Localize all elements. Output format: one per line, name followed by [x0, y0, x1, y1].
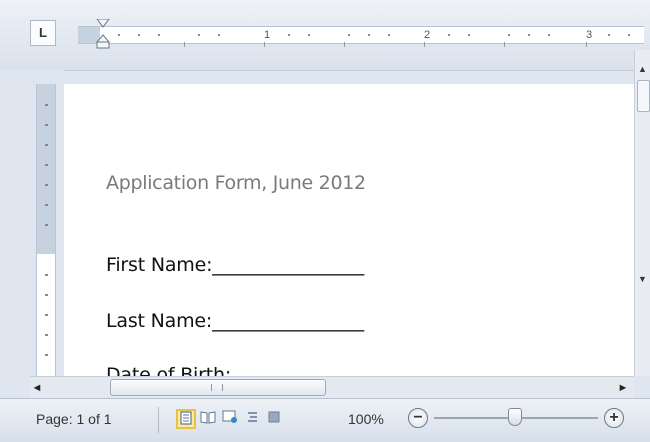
horizontal-scrollbar[interactable]: ◄ ► [30, 376, 634, 399]
draft-button[interactable] [264, 409, 284, 429]
ruler-tick [504, 42, 505, 47]
field-label: First Name: [106, 254, 213, 276]
ruler-dot [45, 204, 48, 206]
ruler-dot [468, 34, 470, 36]
ruler-number: 1 [264, 29, 271, 41]
ruler-dot [308, 34, 310, 36]
first-name-field[interactable]: First Name:________________ [106, 254, 364, 276]
vertical-scroll-thumb[interactable] [637, 80, 650, 112]
ruler-tick [184, 42, 185, 47]
print-layout-button[interactable] [176, 409, 196, 429]
outline-icon [248, 412, 257, 422]
ruler-dot [508, 34, 510, 36]
scroll-up-icon[interactable]: ▲ [636, 62, 649, 76]
ruler-dot [45, 104, 48, 106]
field-label: Date of Birth: [106, 364, 232, 376]
word-document-window: L 1 2 3 Application Form, June 2012 Firs… [0, 0, 650, 442]
ruler-dot [628, 34, 630, 36]
draft-icon [268, 411, 280, 423]
zoom-out-icon[interactable]: − [408, 408, 428, 428]
ruler-tick-row [78, 42, 644, 50]
ruler-dot [158, 34, 160, 36]
ruler-number: 2 [424, 29, 431, 41]
ruler-dot [45, 314, 48, 316]
full-screen-reading-button[interactable] [198, 409, 218, 429]
ruler-tick [344, 42, 345, 47]
web-layout-icon [222, 410, 237, 423]
last-name-field[interactable]: Last Name:________________ [106, 310, 364, 332]
ruler-number: 3 [586, 29, 593, 41]
ruler-dot [45, 144, 48, 146]
status-divider [158, 407, 159, 433]
document-page[interactable]: Application Form, June 2012 First Name:_… [64, 84, 634, 376]
ruler-dot [218, 34, 220, 36]
horizontal-scroll-thumb[interactable] [110, 379, 326, 396]
status-bar: Page: 1 of 1 100% − + [0, 398, 650, 442]
ruler-top-margin [37, 84, 55, 254]
horizontal-ruler-area: L 1 2 3 [0, 0, 650, 71]
ruler-dot [45, 354, 48, 356]
ruler-dot [528, 34, 530, 36]
ruler-dot [448, 34, 450, 36]
ruler-dot [138, 34, 140, 36]
scroll-right-icon[interactable]: ► [616, 380, 630, 396]
tab-selector-button[interactable]: L [30, 20, 56, 46]
full-screen-reading-icon [200, 411, 216, 424]
ruler-dot [288, 34, 290, 36]
page-count-indicator[interactable]: Page: 1 of 1 [36, 411, 112, 427]
field-label: Last Name: [106, 310, 213, 332]
field-blank-line: ________________ [212, 254, 365, 276]
ruler-dot [118, 34, 120, 36]
ruler-dot [388, 34, 390, 36]
date-of-birth-field[interactable]: Date of Birth: [106, 364, 231, 376]
vertical-ruler[interactable] [36, 84, 56, 376]
ruler-dot [45, 294, 48, 296]
vertical-scrollbar[interactable]: ▲ ▼ [634, 50, 650, 376]
zoom-in-icon[interactable]: + [604, 408, 624, 428]
scroll-left-icon[interactable]: ◄ [30, 380, 44, 396]
ruler-dot [348, 34, 350, 36]
outline-button[interactable] [242, 409, 262, 429]
ruler-dot [548, 34, 550, 36]
scroll-grip-icon [211, 384, 223, 391]
ruler-dot [45, 224, 48, 226]
ruler-tick [264, 42, 265, 47]
ruler-tick [424, 42, 425, 47]
zoom-slider-thumb[interactable] [508, 408, 522, 426]
ruler-dot [45, 184, 48, 186]
field-blank-line: ________________ [212, 310, 365, 332]
web-layout-button[interactable] [220, 409, 240, 429]
document-title: Application Form, June 2012 [106, 172, 366, 194]
scroll-down-icon[interactable]: ▼ [636, 272, 649, 286]
ruler-dot [45, 274, 48, 276]
vertical-ruler-area [0, 70, 64, 376]
ruler-dot [608, 34, 610, 36]
ruler-dot [45, 334, 48, 336]
print-layout-icon [180, 411, 192, 425]
ruler-dot [198, 34, 200, 36]
zoom-level-label[interactable]: 100% [348, 411, 384, 427]
ruler-dot [368, 34, 370, 36]
ruler-dot [45, 164, 48, 166]
ruler-tick [586, 42, 587, 47]
ruler-dot [45, 124, 48, 126]
